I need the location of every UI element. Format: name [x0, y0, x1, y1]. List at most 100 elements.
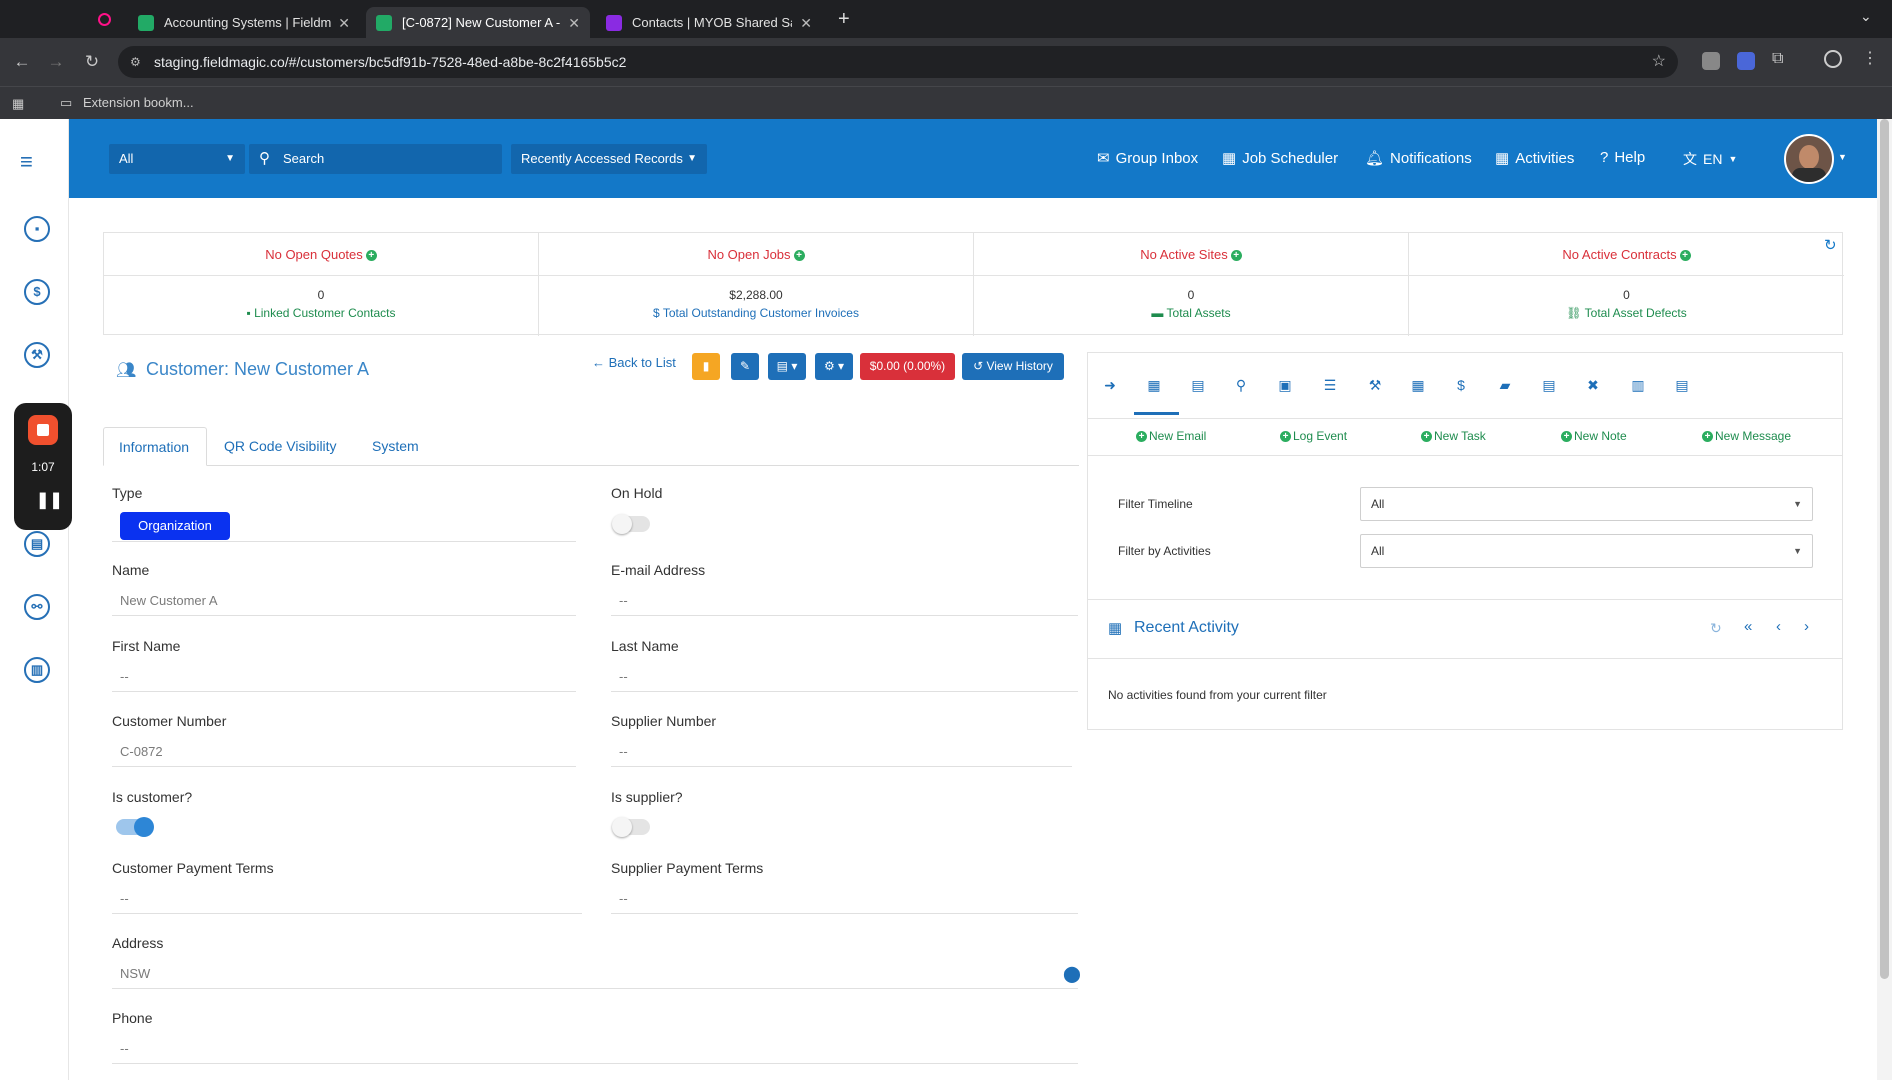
- next-page-icon[interactable]: ›: [1804, 618, 1809, 635]
- tools-icon[interactable]: ✖: [1583, 375, 1603, 395]
- workflow-icon[interactable]: ⚯: [24, 594, 50, 620]
- dollar-icon[interactable]: $: [24, 279, 50, 305]
- dollar-icon[interactable]: $: [1451, 375, 1471, 395]
- tab-qr-code-visibility[interactable]: QR Code Visibility: [209, 427, 352, 466]
- active-sites-link[interactable]: No Active Sites +: [974, 233, 1408, 276]
- scrollbar-thumb[interactable]: [1880, 119, 1889, 979]
- balance-badge[interactable]: $0.00 (0.00%): [860, 353, 955, 380]
- supplier-number-field[interactable]: --: [611, 737, 1072, 767]
- calendar-icon[interactable]: ▦: [1144, 375, 1164, 395]
- refresh-icon[interactable]: ↻: [1824, 236, 1837, 254]
- filter-activities-select[interactable]: All ▼: [1360, 534, 1813, 568]
- page-scrollbar[interactable]: [1877, 119, 1892, 1080]
- new-note-link[interactable]: + New Note: [1561, 429, 1627, 443]
- new-email-link[interactable]: + New Email: [1136, 429, 1206, 443]
- new-task-link[interactable]: + New Task: [1421, 429, 1486, 443]
- language-selector[interactable]: 文 EN ▼: [1683, 149, 1737, 169]
- pause-recording-button[interactable]: ❚❚: [36, 490, 63, 510]
- new-message-link[interactable]: + New Message: [1702, 429, 1791, 443]
- first-page-icon[interactable]: «: [1744, 618, 1752, 635]
- stat-link[interactable]: $ Total Outstanding Customer Invoices: [539, 306, 973, 320]
- active-contracts-link[interactable]: No Active Contracts +: [1409, 233, 1844, 276]
- filter-timeline-select[interactable]: All ▼: [1360, 487, 1813, 521]
- shopping-bag-icon[interactable]: ▰: [1495, 375, 1515, 395]
- search-input[interactable]: ⚲ Search: [249, 144, 502, 174]
- forward-icon[interactable]: →: [44, 50, 68, 74]
- help-link[interactable]: ? Help: [1600, 149, 1645, 166]
- on-hold-toggle[interactable]: [612, 514, 650, 534]
- record-icon[interactable]: [98, 13, 111, 26]
- add-circle-icon[interactable]: +: [793, 250, 805, 262]
- open-jobs-link[interactable]: No Open Jobs +: [539, 233, 973, 276]
- bookmark-folder[interactable]: Extension bookm...: [83, 95, 194, 110]
- file-icon[interactable]: ▤: [1188, 375, 1208, 395]
- type-organization-button[interactable]: Organization: [120, 512, 230, 540]
- stat-link[interactable]: ⛓ Total Asset Defects: [1409, 306, 1844, 320]
- address-field[interactable]: NSW: [112, 959, 1078, 989]
- close-tab-icon[interactable]: ✕: [338, 15, 350, 32]
- browser-tab-active[interactable]: [C-0872] New Customer A - F ✕: [366, 7, 590, 38]
- activities-link[interactable]: ▦ Activities: [1495, 149, 1574, 168]
- customer-number-field[interactable]: C-0872: [112, 737, 576, 767]
- contacts-icon[interactable]: ▪: [24, 216, 50, 242]
- apps-grid-icon[interactable]: ▦: [12, 96, 24, 112]
- delete-button[interactable]: ▮: [692, 353, 720, 380]
- tab-information[interactable]: Information: [103, 427, 207, 466]
- arrow-right-icon[interactable]: ➜: [1100, 375, 1120, 395]
- document-dropdown-button[interactable]: ▤ ▾: [768, 353, 806, 380]
- add-circle-icon[interactable]: +: [1679, 250, 1691, 262]
- map-marker-icon[interactable]: ⬤: [1063, 964, 1081, 984]
- add-circle-icon[interactable]: +: [1230, 250, 1242, 262]
- refresh-icon[interactable]: ↻: [1710, 620, 1722, 637]
- open-quotes-link[interactable]: No Open Quotes +: [104, 233, 538, 276]
- wrench-icon[interactable]: ⚒: [1365, 375, 1385, 395]
- caret-down-icon[interactable]: ▼: [1838, 152, 1847, 162]
- phone-field[interactable]: --: [112, 1034, 1078, 1064]
- extension-icon[interactable]: [1737, 52, 1755, 70]
- add-circle-icon[interactable]: +: [365, 250, 377, 262]
- wrench-icon[interactable]: ⚒: [24, 342, 50, 368]
- back-to-list-link[interactable]: ← Back to List: [592, 355, 676, 370]
- document-icon[interactable]: ▥: [24, 657, 50, 683]
- first-name-field[interactable]: --: [112, 662, 576, 692]
- calendar-icon[interactable]: ▤: [24, 531, 50, 557]
- extensions-puzzle-icon[interactable]: ⧉: [1772, 50, 1783, 68]
- profile-icon[interactable]: [1824, 50, 1842, 68]
- customer-payment-terms-field[interactable]: --: [112, 884, 582, 914]
- url-field[interactable]: ⚙ staging.fieldmagic.co/#/customers/bc5d…: [118, 46, 1678, 78]
- stat-link[interactable]: ▪ Linked Customer Contacts: [104, 306, 538, 320]
- email-field[interactable]: --: [611, 586, 1078, 616]
- new-tab-icon[interactable]: +: [838, 8, 850, 31]
- settings-dropdown-button[interactable]: ⚙ ▾: [815, 353, 853, 380]
- browser-tab[interactable]: Accounting Systems | Fieldm ✕: [128, 7, 360, 38]
- calendar-alt-icon[interactable]: ▦: [1408, 375, 1428, 395]
- map-marker-icon[interactable]: ⚲: [1231, 375, 1251, 395]
- chrome-menu-icon[interactable]: ⋮: [1862, 48, 1878, 68]
- previous-page-icon[interactable]: ‹: [1776, 618, 1781, 635]
- contact-card-icon[interactable]: ▣: [1275, 375, 1295, 395]
- extension-icon[interactable]: [1702, 52, 1720, 70]
- list-icon[interactable]: ☰: [1320, 375, 1340, 395]
- search-scope-select[interactable]: All ▼: [109, 144, 245, 174]
- file-invoice-icon[interactable]: ▥: [1628, 375, 1648, 395]
- browser-tab[interactable]: Contacts | MYOB Shared San ✕: [596, 7, 822, 38]
- recent-records-dropdown[interactable]: Recently Accessed Records ▼: [511, 144, 707, 174]
- is-customer-toggle[interactable]: [116, 817, 154, 837]
- edit-button[interactable]: ✎: [731, 353, 759, 380]
- stop-recording-button[interactable]: [28, 415, 58, 445]
- notifications-link[interactable]: 🔔︎ Notifications: [1365, 149, 1472, 168]
- view-history-button[interactable]: ↺ View History: [962, 353, 1064, 380]
- close-tab-icon[interactable]: ✕: [568, 15, 580, 32]
- stat-link[interactable]: ▬ Total Assets: [974, 306, 1408, 320]
- log-event-link[interactable]: + Log Event: [1280, 429, 1347, 443]
- back-icon[interactable]: ←: [10, 50, 34, 74]
- invoice-icon[interactable]: ▤: [1539, 375, 1559, 395]
- group-inbox-link[interactable]: ✉ Group Inbox: [1097, 149, 1198, 168]
- close-tab-icon[interactable]: ✕: [800, 15, 812, 32]
- is-supplier-toggle[interactable]: [612, 817, 650, 837]
- tab-search-icon[interactable]: ⌄: [1860, 8, 1872, 25]
- supplier-payment-terms-field[interactable]: --: [611, 884, 1078, 914]
- name-field[interactable]: New Customer A: [112, 586, 576, 616]
- hamburger-menu-icon[interactable]: ≡: [20, 149, 33, 175]
- bookmark-star-icon[interactable]: ☆: [1652, 46, 1666, 78]
